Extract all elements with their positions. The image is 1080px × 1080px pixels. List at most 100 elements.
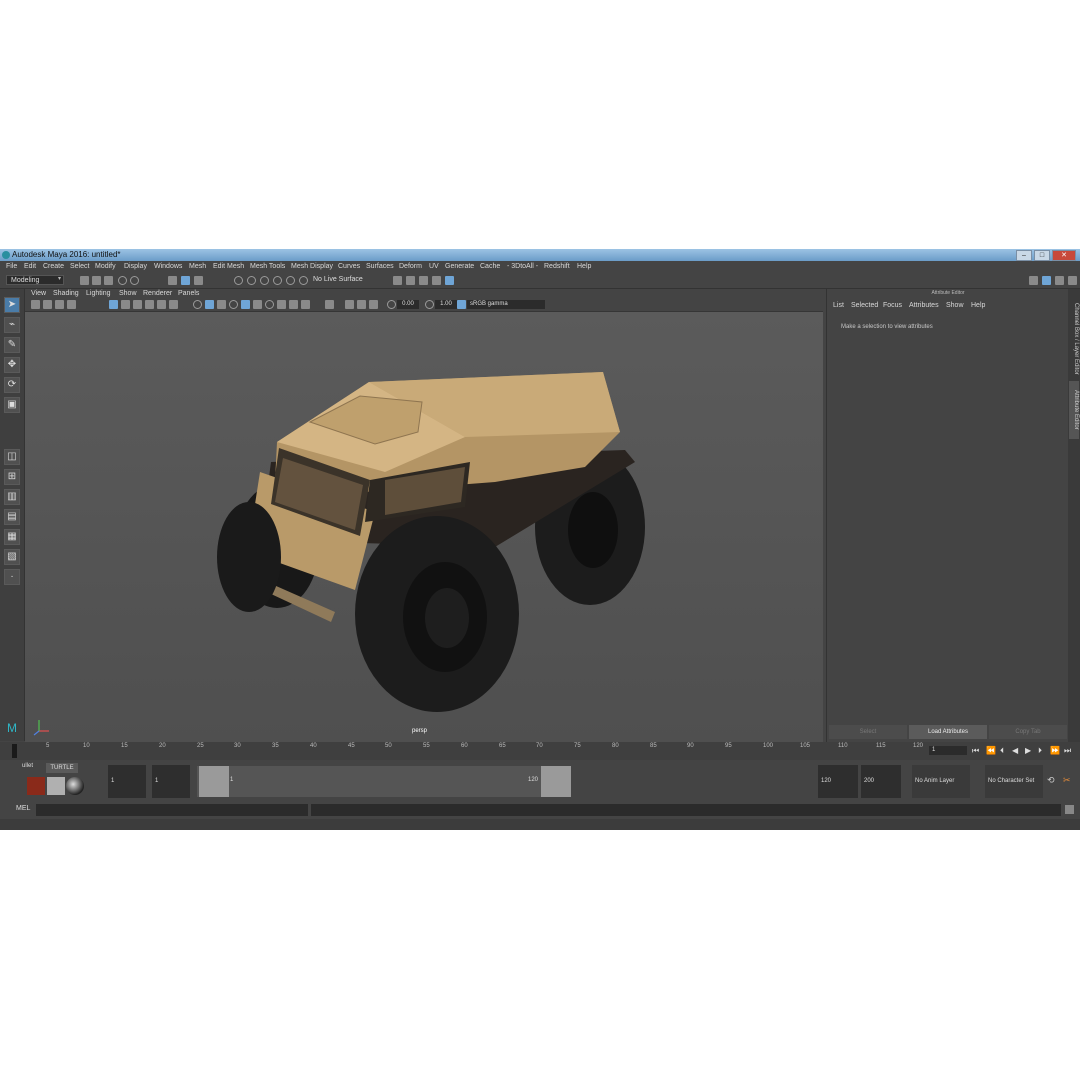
persp-outliner-layout-icon[interactable]: ▤ <box>4 509 20 525</box>
material-swatch-icon[interactable] <box>27 777 45 795</box>
step-back-icon[interactable]: ⏪ <box>986 746 996 756</box>
channel-box-icon[interactable] <box>1055 276 1064 285</box>
go-to-start-icon[interactable]: ⏮ <box>972 746 979 756</box>
gamma-field[interactable]: 1.00 <box>435 300 457 309</box>
panel-menu-shading[interactable]: Shading <box>53 289 79 299</box>
default-lighting-icon[interactable] <box>217 300 226 309</box>
material-sphere-icon[interactable] <box>47 777 65 795</box>
copy-tab-button[interactable]: Copy Tab <box>989 725 1067 739</box>
xray-components-icon[interactable] <box>369 300 378 309</box>
color-management-icon[interactable] <box>457 300 466 309</box>
animation-start-field[interactable]: 1 <box>108 765 146 798</box>
menu-edit-mesh[interactable]: Edit Mesh <box>213 261 244 273</box>
lock-camera-icon[interactable] <box>43 300 52 309</box>
use-all-lights-icon[interactable] <box>241 300 250 309</box>
command-input[interactable] <box>36 804 308 816</box>
channel-box-tab[interactable]: Channel Box / Layer Editor <box>1069 299 1079 379</box>
attribute-editor-toggle-icon[interactable] <box>1068 276 1077 285</box>
gamma-icon[interactable] <box>425 300 434 309</box>
lasso-tool-icon[interactable]: ⌁ <box>4 317 20 333</box>
save-scene-icon[interactable] <box>104 276 113 285</box>
menu-file[interactable]: File <box>6 261 17 273</box>
ae-menu-show[interactable]: Show <box>946 301 964 311</box>
workspace-icon[interactable] <box>1042 276 1051 285</box>
step-forward-key-icon[interactable]: ⏵ <box>1038 746 1042 756</box>
panel-menu-view[interactable]: View <box>31 289 46 299</box>
menu-display[interactable]: Display <box>124 261 147 273</box>
menu-deform[interactable]: Deform <box>399 261 422 273</box>
menu-mesh-tools[interactable]: Mesh Tools <box>250 261 285 273</box>
smooth-shade-icon[interactable] <box>205 300 214 309</box>
anti-aliasing-icon[interactable] <box>289 300 298 309</box>
snap-curve-icon[interactable] <box>247 276 256 285</box>
hypershade-icon[interactable] <box>445 276 454 285</box>
shadows-icon[interactable] <box>253 300 262 309</box>
view-transform-dropdown[interactable]: sRGB gamma <box>467 300 545 309</box>
safe-action-icon[interactable] <box>169 300 178 309</box>
camera-icon[interactable] <box>31 300 40 309</box>
current-frame-field[interactable]: 1 <box>929 746 967 755</box>
panel-menu-show[interactable]: Show <box>119 289 137 299</box>
go-to-end-icon[interactable]: ⏭ <box>1064 746 1071 756</box>
ae-menu-list[interactable]: List <box>833 301 844 311</box>
four-view-layout-icon[interactable]: ⊞ <box>4 469 20 485</box>
panel-menu-panels[interactable]: Panels <box>178 289 199 299</box>
render-view-icon[interactable] <box>393 276 402 285</box>
close-button[interactable]: ✕ <box>1052 250 1076 261</box>
snap-grid-icon[interactable] <box>234 276 243 285</box>
menu-generate[interactable]: Generate <box>445 261 474 273</box>
grid-icon[interactable] <box>109 300 118 309</box>
image-plane-icon[interactable] <box>67 300 76 309</box>
paint-select-tool-icon[interactable]: ✎ <box>4 337 20 353</box>
select-component-icon[interactable] <box>194 276 203 285</box>
menu-windows[interactable]: Windows <box>154 261 182 273</box>
step-forward-icon[interactable]: ⏩ <box>1050 746 1060 756</box>
rotate-tool-icon[interactable]: ⟳ <box>4 377 20 393</box>
anim-layer-dropdown[interactable]: No Anim Layer <box>912 765 970 798</box>
preferences-icon[interactable]: ✂ <box>1063 775 1071 786</box>
play-forward-icon[interactable]: ▶ <box>1025 746 1031 756</box>
menu-help[interactable]: Help <box>577 261 591 273</box>
range-end-handle[interactable] <box>541 766 571 797</box>
exposure-icon[interactable] <box>387 300 396 309</box>
open-scene-icon[interactable] <box>92 276 101 285</box>
ae-menu-attributes[interactable]: Attributes <box>909 301 939 311</box>
scale-tool-icon[interactable]: ▣ <box>4 397 20 413</box>
select-hierarchy-icon[interactable] <box>168 276 177 285</box>
gate-mask-icon[interactable] <box>145 300 154 309</box>
select-object-icon[interactable] <box>181 276 190 285</box>
perspective-viewport[interactable]: persp <box>25 312 823 742</box>
play-backward-icon[interactable]: ◀ <box>1012 746 1018 756</box>
shader-ball-icon[interactable] <box>66 777 84 795</box>
render-settings-icon[interactable] <box>432 276 441 285</box>
menu-mesh-display[interactable]: Mesh Display <box>291 261 333 273</box>
animation-end-field[interactable]: 200 <box>861 765 901 798</box>
redo-icon[interactable] <box>130 276 139 285</box>
character-set-dropdown[interactable]: No Character Set <box>985 765 1043 798</box>
menu-mesh[interactable]: Mesh <box>189 261 206 273</box>
custom-layout-icon[interactable]: · <box>4 569 20 585</box>
two-pane-layout-icon[interactable]: ▥ <box>4 489 20 505</box>
layout-icon[interactable] <box>1029 276 1038 285</box>
menu-edit[interactable]: Edit <box>24 261 36 273</box>
auto-key-icon[interactable]: ⟲ <box>1047 775 1055 786</box>
menu-select[interactable]: Select <box>70 261 89 273</box>
select-tool-icon[interactable]: ➤ <box>4 297 20 313</box>
step-back-key-icon[interactable]: ⏴ <box>1000 746 1004 756</box>
textured-icon[interactable] <box>229 300 238 309</box>
playback-end-field[interactable]: 120 <box>818 765 858 798</box>
film-gate-icon[interactable] <box>121 300 130 309</box>
xray-icon[interactable] <box>345 300 354 309</box>
snap-point-icon[interactable] <box>260 276 269 285</box>
ipr-render-icon[interactable] <box>419 276 428 285</box>
field-chart-icon[interactable] <box>157 300 166 309</box>
isolate-select-icon[interactable] <box>325 300 334 309</box>
snap-vertex-icon[interactable] <box>299 276 308 285</box>
snap-surface-icon[interactable] <box>286 276 295 285</box>
live-surface-field[interactable]: No Live Surface <box>313 275 363 285</box>
ambient-occlusion-icon[interactable] <box>265 300 274 309</box>
motion-blur-icon[interactable] <box>277 300 286 309</box>
menu-create[interactable]: Create <box>43 261 64 273</box>
ae-menu-selected[interactable]: Selected <box>851 301 878 311</box>
wireframe-icon[interactable] <box>193 300 202 309</box>
